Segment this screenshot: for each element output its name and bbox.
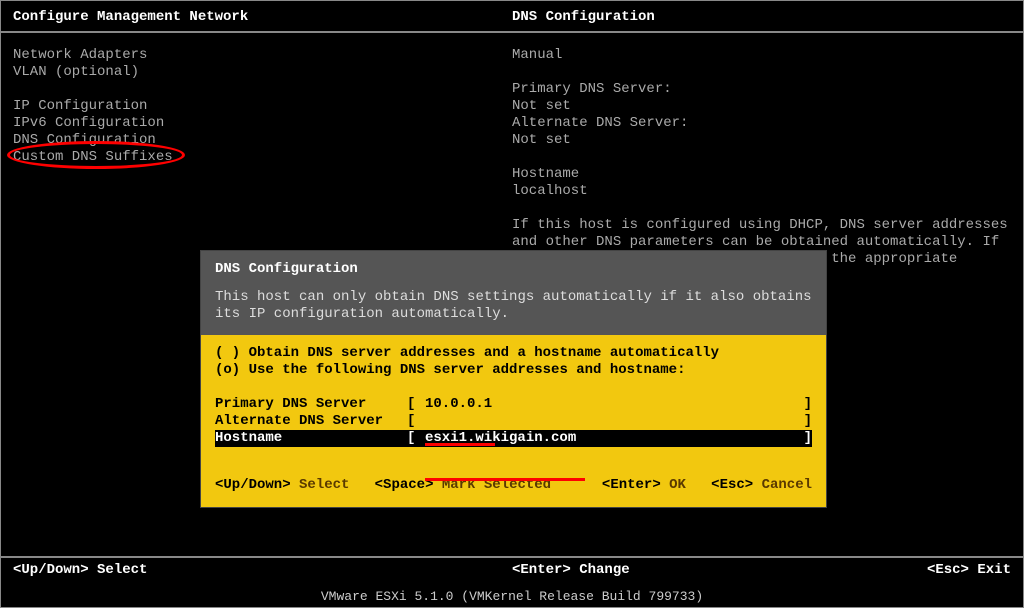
hint-updown-action: Select	[291, 477, 350, 493]
hint-enter-key[interactable]: <Enter>	[602, 477, 661, 493]
dns-mode: Manual	[512, 47, 1011, 64]
hint-esc-action: Exit	[969, 562, 1011, 578]
alternate-dns-input[interactable]	[425, 413, 802, 430]
hint-esc-key[interactable]: <Esc>	[711, 477, 753, 493]
alternate-dns-label: Alternate DNS Server:	[512, 115, 1011, 132]
header-bar: Configure Management Network DNS Configu…	[1, 1, 1023, 33]
hostname-field[interactable]: Hostname [ esxi1.wikigain.com ]	[215, 430, 812, 447]
primary-dns-label: Primary DNS Server:	[512, 81, 1011, 98]
menu-item-ip-configuration[interactable]: IP Configuration	[13, 98, 512, 115]
annotation-underline	[425, 443, 495, 446]
brand-bar: VMware ESXi 5.1.0 (VMKernel Release Buil…	[1, 586, 1023, 607]
alternate-dns-field[interactable]: Alternate DNS Server [ ]	[215, 413, 812, 430]
page-title: Configure Management Network	[13, 9, 512, 25]
hostname-value: localhost	[512, 183, 1011, 200]
field-label: Alternate DNS Server	[215, 413, 407, 430]
menu-item-network-adapters[interactable]: Network Adapters	[13, 47, 512, 64]
hint-esc-action: Cancel	[753, 477, 812, 493]
radio-obtain-automatically[interactable]: ( ) Obtain DNS server addresses and a ho…	[215, 345, 812, 362]
annotation-underline	[425, 478, 585, 481]
field-label: Hostname	[215, 430, 407, 447]
panel-title: DNS Configuration	[512, 9, 1011, 25]
hint-esc-key: <Esc>	[927, 562, 969, 578]
alternate-dns-value: Not set	[512, 132, 1011, 149]
menu-item-dns-configuration[interactable]: DNS Configuration	[13, 132, 512, 149]
menu-item-vlan[interactable]: VLAN (optional)	[13, 64, 512, 81]
primary-dns-input[interactable]: 10.0.0.1	[425, 396, 802, 413]
menu-pane: Network Adapters VLAN (optional) IP Conf…	[13, 47, 512, 285]
dialog-title: DNS Configuration	[215, 261, 812, 277]
dns-configuration-dialog: DNS Configuration This host can only obt…	[201, 251, 826, 507]
page-footer: <Up/Down> Select <Enter> Change <Esc> Ex…	[1, 556, 1023, 582]
hostname-label: Hostname	[512, 166, 1011, 183]
radio-use-following[interactable]: (o) Use the following DNS server address…	[215, 362, 812, 379]
primary-dns-field[interactable]: Primary DNS Server [ 10.0.0.1 ]	[215, 396, 812, 413]
field-label: Primary DNS Server	[215, 396, 407, 413]
hint-updown-action: Select	[89, 562, 148, 578]
menu-item-ipv6-configuration[interactable]: IPv6 Configuration	[13, 115, 512, 132]
hint-enter-key: <Enter>	[512, 562, 571, 578]
hint-updown-key: <Up/Down>	[13, 562, 89, 578]
hint-enter-action: Change	[571, 562, 630, 578]
primary-dns-value: Not set	[512, 98, 1011, 115]
dialog-subtitle: This host can only obtain DNS settings a…	[215, 289, 812, 323]
hint-enter-action: OK	[661, 477, 686, 493]
info-pane: Manual Primary DNS Server: Not set Alter…	[512, 47, 1011, 285]
menu-item-custom-dns-suffixes[interactable]: Custom DNS Suffixes	[13, 149, 512, 166]
hint-updown-key: <Up/Down>	[215, 477, 291, 493]
